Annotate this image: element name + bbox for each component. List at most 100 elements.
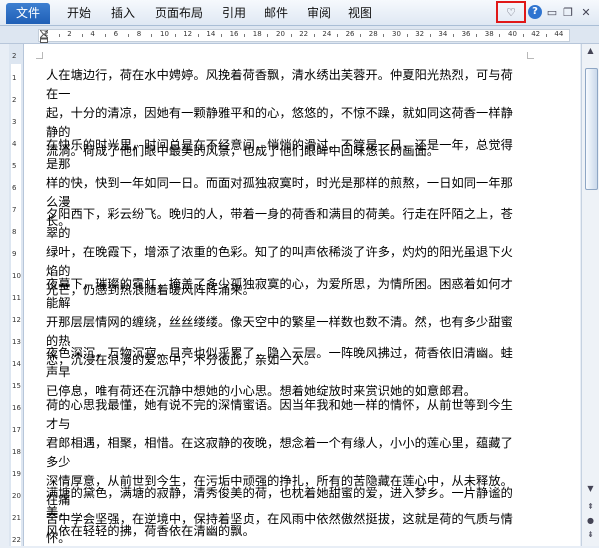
ruler-minor-tick (476, 34, 478, 37)
ruler-minor-tick (545, 34, 547, 37)
next-page-icon[interactable]: ⇟ (585, 530, 596, 542)
ruler-minor-tick (290, 34, 292, 37)
vertical-ruler-number: 14 (12, 360, 21, 368)
scroll-down-icon[interactable]: ▼ (585, 484, 596, 496)
ruler-number: 22 (299, 30, 309, 38)
vertical-ruler-number: 9 (12, 250, 17, 258)
vertical-ruler-number: 3 (12, 118, 17, 126)
vertical-ruler-number: 8 (12, 228, 17, 236)
vertical-ruler-number: 2 (12, 96, 17, 104)
vertical-ruler-number: 19 (12, 470, 21, 478)
ruler-minor-tick (221, 34, 222, 37)
vertical-ruler-number: 2 (12, 52, 17, 60)
window-restore-icon[interactable]: ❐ (562, 5, 574, 21)
vertical-ruler-number: 22 (12, 536, 21, 544)
ruler-number: 30 (392, 30, 401, 38)
ruler-number: 8 (136, 30, 142, 38)
vertical-ruler-number: 15 (12, 382, 21, 390)
tab-page-layout[interactable]: 页面布局 (155, 4, 203, 22)
ruler-number: 2 (67, 30, 72, 38)
window-minimize-icon[interactable]: ▭ (546, 5, 558, 21)
text-line: 满塘的黛色，满塘的寂静，清秀俊美的荷，也枕着她甜蜜的爱，进入梦乡。一片静谧的美， (46, 486, 513, 519)
horizontal-ruler[interactable]: 2 2 4 6 8 10 12 14 16 18 20 22 24 26 28 30 32 34 36 38 40 42 4… (0, 26, 599, 44)
ruler-minor-tick (522, 34, 524, 37)
ribbon-tab-bar: 文件 开始 插入 页面布局 引用 邮件 审阅 视图 ♡ ? ▭ ❐ ✕ (0, 0, 599, 26)
ruler-number: 44 (554, 30, 564, 38)
ruler-number: 10 (160, 30, 169, 38)
vertical-ruler-number: 10 (12, 272, 21, 280)
ruler-number: 2 (44, 30, 49, 38)
text-line: 夜色深沉，万物沉寂。月亮也似乎累了，隐入云层。一阵晚风拂过，荷香依旧清幽。蛙声早 (46, 346, 513, 379)
ruler-number: 20 (276, 30, 285, 38)
tab-insert[interactable]: 插入 (111, 4, 135, 22)
ruler-number: 12 (183, 30, 193, 38)
tab-review[interactable]: 审阅 (307, 4, 331, 22)
vertical-ruler-number: 11 (12, 294, 21, 302)
text-line: 风依在轻轻的拂，荷香依在清幽的飘。 (46, 524, 255, 538)
ruler-number: 40 (508, 30, 517, 38)
tab-references[interactable]: 引用 (222, 4, 246, 22)
vertical-ruler-number: 4 (12, 140, 17, 148)
ruler-number: 26 (345, 30, 355, 38)
text-line: 在快乐的时光里，时间总是在不经意间，悄悄的滑过。不管是一日，还是一年，总觉得是那 (46, 138, 513, 171)
scroll-thumb[interactable] (585, 68, 598, 190)
vertical-ruler-number: 12 (12, 316, 21, 324)
ruler-number: 36 (461, 30, 471, 38)
ruler-minor-tick (128, 34, 130, 37)
text-line: 夕阳西下，彩云纷飞。晚归的人，带着一身的荷香和满目的荷美。行走在阡陌之上，苍翠的 (46, 207, 513, 240)
ruler-minor-tick (383, 34, 385, 37)
vertical-ruler-number: 13 (12, 338, 21, 346)
ruler-minor-tick (337, 34, 338, 37)
ruler-minor-tick (197, 34, 199, 37)
vertical-ruler-number: 16 (12, 404, 21, 412)
vertical-ruler-number: 1 (12, 74, 17, 82)
vertical-scrollbar[interactable]: ▲ ▼ ⇞ ● ⇟ (581, 44, 599, 546)
ruler-minor-tick (151, 34, 153, 37)
paragraph-7[interactable]: 满塘的黛色，满塘的寂静，清秀俊美的荷，也枕着她甜蜜的爱，进入梦乡。一片静谧的美，… (46, 484, 514, 541)
ruler-minor-tick (105, 34, 106, 37)
ruler-number: 16 (229, 30, 239, 38)
ruler-number: 24 (322, 30, 332, 38)
vertical-ruler-number: 17 (12, 426, 21, 434)
text-line: 人在塘边行，荷在水中娉婷。风挽着荷香飘，清水绣出芙蓉开。仲夏阳光热烈，可与荷在一 (46, 68, 513, 101)
ruler-number: 34 (438, 30, 448, 38)
tab-view[interactable]: 视图 (348, 4, 372, 22)
text-line: 荷的心思我最懂，她有说不完的深情蜜语。因当年我和她一样的情怀，从前世等到今生才与 (46, 398, 513, 431)
ruler-minor-tick (406, 34, 408, 37)
tab-mailings[interactable]: 邮件 (264, 4, 288, 22)
help-icon[interactable]: ? (528, 5, 542, 19)
ruler-minor-tick (313, 34, 315, 37)
document-page[interactable]: 人在塘边行，荷在水中娉婷。风挽着荷香飘，清水绣出芙蓉开。仲夏阳光热烈，可与荷在一… (24, 44, 580, 546)
ruler-number: 18 (252, 30, 262, 38)
vertical-ruler[interactable]: 2 1 2 3 4 5 6 7 8 9 10 11 12 13 14 15 16 17 18 19 20 21 22 (9, 44, 24, 546)
ruler-minor-tick (429, 34, 431, 37)
vertical-ruler-number: 6 (12, 184, 17, 192)
tab-home[interactable]: 开始 (67, 4, 91, 22)
crop-mark (36, 52, 43, 59)
ruler-number: 38 (484, 30, 494, 38)
ruler-minor-tick (360, 34, 362, 37)
vertical-ruler-number: 21 (12, 514, 21, 522)
ruler-minor-tick (453, 34, 454, 37)
vertical-ruler-number: 18 (12, 448, 21, 456)
vertical-ruler-number: 5 (12, 162, 17, 170)
ribbon-minimize-icon[interactable]: ♡ (504, 5, 518, 21)
ruler-minor-tick (174, 34, 176, 37)
window-close-icon[interactable]: ✕ (580, 5, 592, 21)
select-browse-object-icon[interactable]: ● (585, 516, 596, 528)
ruler-minor-tick (244, 34, 246, 37)
ruler-minor-tick (58, 34, 60, 37)
tab-file[interactable]: 文件 (6, 3, 50, 24)
ruler-number: 6 (113, 30, 119, 38)
ruler-number: 14 (206, 30, 216, 38)
previous-page-icon[interactable]: ⇞ (585, 502, 596, 514)
vertical-ruler-number: 7 (12, 206, 17, 214)
paragraph-5[interactable]: 夜色深沉，万物沉寂。月亮也似乎累了，隐入云层。一阵晚风拂过，荷香依旧清幽。蛙声早… (46, 344, 514, 401)
text-line: 夜幕下，璀璨的霓虹，掩盖了多少孤独寂寞的心，为爱所思，为情所困。困惑着如何才能解 (46, 277, 513, 310)
ruler-minor-tick (499, 34, 501, 37)
vertical-ruler-number: 20 (12, 492, 21, 500)
ruler-number: 28 (368, 30, 378, 38)
scroll-up-icon[interactable]: ▲ (585, 46, 596, 58)
text-line: 君郎相遇，相聚，相惜。在这寂静的夜晚，想念着一个有缘人，小小的莲心里，蕴藏了多少 (46, 436, 513, 469)
crop-mark (527, 52, 534, 59)
